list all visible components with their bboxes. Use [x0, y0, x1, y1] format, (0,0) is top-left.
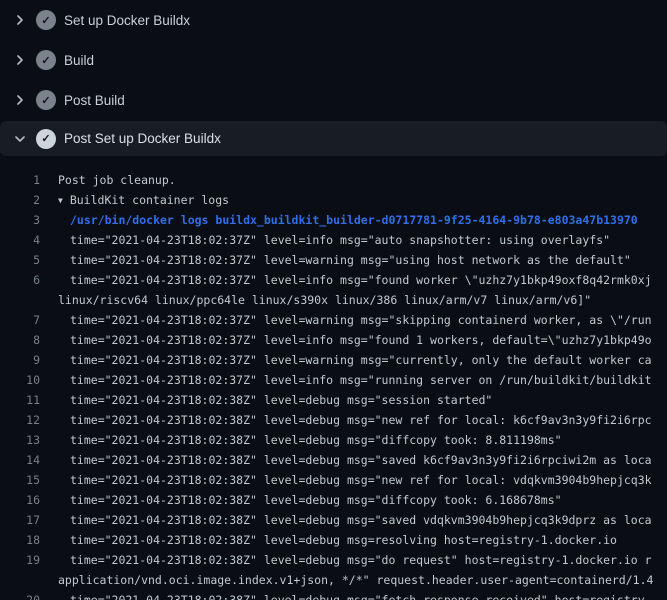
log-row: 4 time="2021-04-23T18:02:37Z" level=info …	[0, 230, 667, 250]
log-row: 11 time="2021-04-23T18:02:38Z" level=debu…	[0, 390, 667, 410]
log-row: 12 time="2021-04-23T18:02:38Z" level=debu…	[0, 410, 667, 430]
line-number[interactable]: 7	[0, 310, 40, 330]
log-text: time="2021-04-23T18:02:37Z" level=warnin…	[70, 250, 631, 270]
log-text: application/vnd.oci.image.index.v1+json,…	[58, 570, 653, 590]
line-number[interactable]: 18	[0, 530, 40, 550]
log-text: time="2021-04-23T18:02:38Z" level=debug …	[70, 490, 562, 510]
log-rows: 1 Post job cleanup. 2 ▼BuildKit container l…	[0, 156, 667, 600]
log-text: time="2021-04-23T18:02:38Z" level=debug …	[70, 450, 652, 470]
line-number[interactable]: 14	[0, 450, 40, 470]
chevron-right-icon	[12, 12, 28, 28]
line-number[interactable]: 4	[0, 230, 40, 250]
log-row: 17 time="2021-04-23T18:02:38Z" level=debu…	[0, 510, 667, 530]
step-label: Post Set up Docker Buildx	[64, 131, 221, 146]
log-row: 13 time="2021-04-23T18:02:38Z" level=debu…	[0, 430, 667, 450]
step-label: Set up Docker Buildx	[64, 13, 190, 28]
line-number[interactable]: 5	[0, 250, 40, 270]
line-number[interactable]: 3	[0, 210, 40, 230]
log-row: 20 time="2021-04-23T18:02:38Z" level=debu…	[0, 590, 667, 600]
log-row: 8 time="2021-04-23T18:02:37Z" level=info …	[0, 330, 667, 350]
log-row: 10 time="2021-04-23T18:02:37Z" level=info…	[0, 370, 667, 390]
line-number[interactable]: 15	[0, 470, 40, 490]
line-number[interactable]: 17	[0, 510, 40, 530]
line-number[interactable]: 20	[0, 590, 40, 600]
chevron-down-icon	[12, 131, 28, 147]
log-text: time="2021-04-23T18:02:37Z" level=info m…	[70, 270, 652, 290]
log-row: 6 time="2021-04-23T18:02:37Z" level=info …	[0, 270, 667, 290]
log-row: 18 time="2021-04-23T18:02:38Z" level=debu…	[0, 530, 667, 550]
line-number[interactable]: 6	[0, 270, 40, 290]
log-text: time="2021-04-23T18:02:37Z" level=info m…	[70, 230, 610, 250]
chevron-right-icon	[12, 52, 28, 68]
success-check-icon: ✓	[36, 10, 56, 30]
success-check-icon: ✓	[36, 50, 56, 70]
log-row: 14 time="2021-04-23T18:02:38Z" level=debu…	[0, 450, 667, 470]
line-number[interactable]: 1	[0, 170, 40, 190]
line-number[interactable]: 9	[0, 350, 40, 370]
log-text: time="2021-04-23T18:02:38Z" level=debug …	[70, 470, 652, 490]
log-row: 2 ▼BuildKit container logs	[0, 190, 667, 210]
step-label: Build	[64, 53, 94, 68]
success-check-icon: ✓	[36, 129, 56, 149]
log-text: time="2021-04-23T18:02:38Z" level=debug …	[70, 410, 652, 430]
step-label: Post Build	[64, 93, 125, 108]
disclosure-triangle-icon[interactable]: ▼	[58, 191, 63, 210]
line-number[interactable]: 16	[0, 490, 40, 510]
log-row: 16 time="2021-04-23T18:02:38Z" level=debu…	[0, 490, 667, 510]
line-number[interactable]: 2	[0, 190, 40, 210]
log-text: time="2021-04-23T18:02:38Z" level=debug …	[70, 390, 492, 410]
line-number[interactable]: 12	[0, 410, 40, 430]
log-row: 5 time="2021-04-23T18:02:37Z" level=warni…	[0, 250, 667, 270]
log-text: ▼BuildKit container logs	[58, 190, 229, 210]
log-row: application/vnd.oci.image.index.v1+json,…	[0, 570, 667, 590]
log-text: time="2021-04-23T18:02:38Z" level=debug …	[70, 530, 617, 550]
log-text: time="2021-04-23T18:02:37Z" level=info m…	[70, 330, 652, 350]
log-command-text: /usr/bin/docker logs buildx_buildkit_bui…	[70, 210, 638, 230]
step-row-setup-docker-buildx[interactable]: ✓ Set up Docker Buildx	[0, 0, 667, 40]
line-number[interactable]: 11	[0, 390, 40, 410]
step-row-post-build[interactable]: ✓ Post Build	[0, 80, 667, 120]
step-row-build[interactable]: ✓ Build	[0, 40, 667, 80]
log-row: linux/riscv64 linux/ppc64le linux/s390x …	[0, 290, 667, 310]
success-check-icon: ✓	[36, 90, 56, 110]
log-row: 1 Post job cleanup.	[0, 170, 667, 190]
log-row: 9 time="2021-04-23T18:02:37Z" level=warni…	[0, 350, 667, 370]
log-text: time="2021-04-23T18:02:38Z" level=debug …	[70, 550, 652, 570]
log-text: Post job cleanup.	[58, 170, 176, 190]
actions-log-viewer: ✓ Set up Docker Buildx ✓ Build ✓ Post Bu…	[0, 0, 667, 600]
log-text: time="2021-04-23T18:02:38Z" level=debug …	[70, 510, 652, 530]
line-number[interactable]: 19	[0, 550, 40, 570]
log-row: 7 time="2021-04-23T18:02:37Z" level=warni…	[0, 310, 667, 330]
line-number[interactable]: 13	[0, 430, 40, 450]
line-number[interactable]: 10	[0, 370, 40, 390]
log-text: time="2021-04-23T18:02:37Z" level=info m…	[70, 370, 652, 390]
step-row-post-setup-docker-buildx[interactable]: ✓ Post Set up Docker Buildx	[0, 121, 667, 156]
log-text: time="2021-04-23T18:02:38Z" level=debug …	[70, 590, 652, 600]
line-number[interactable]: 8	[0, 330, 40, 350]
log-row: 15 time="2021-04-23T18:02:38Z" level=debu…	[0, 470, 667, 490]
log-row: 3/usr/bin/docker logs buildx_buildkit_bu…	[0, 210, 667, 230]
log-row: 19 time="2021-04-23T18:02:38Z" level=debu…	[0, 550, 667, 570]
log-text: time="2021-04-23T18:02:37Z" level=warnin…	[70, 350, 652, 370]
log-text: linux/riscv64 linux/ppc64le linux/s390x …	[58, 290, 591, 310]
log-text: time="2021-04-23T18:02:37Z" level=warnin…	[70, 310, 652, 330]
chevron-right-icon	[12, 92, 28, 108]
log-text: time="2021-04-23T18:02:38Z" level=debug …	[70, 430, 562, 450]
